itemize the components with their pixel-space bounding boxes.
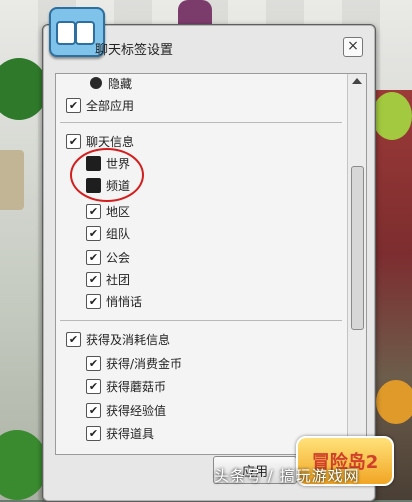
radio-icon[interactable] bbox=[90, 77, 102, 89]
hidden-label: 隐藏 bbox=[108, 76, 133, 91]
checkbox-checked-icon[interactable]: ✔ bbox=[66, 331, 81, 347]
divider bbox=[60, 122, 342, 123]
checkbox-checked-icon[interactable]: ✔ bbox=[86, 225, 101, 241]
chat-item-label: 组队 bbox=[106, 226, 131, 241]
close-button[interactable]: × bbox=[343, 37, 363, 57]
chat-item-region[interactable]: ✔ 地区 bbox=[86, 202, 130, 220]
checkbox-checked-icon[interactable]: ✔ bbox=[86, 249, 101, 265]
chat-group-label: 聊天信息 bbox=[86, 134, 135, 149]
acquire-item-label: 获得/消费金币 bbox=[106, 356, 183, 371]
checkbox-checked-icon[interactable]: ✔ bbox=[86, 402, 101, 418]
tree-decoration bbox=[372, 92, 412, 140]
chat-item-label: 社团 bbox=[106, 272, 131, 287]
chat-item-party[interactable]: ✔ 组队 bbox=[86, 224, 130, 242]
checkbox-checked-icon[interactable]: ✔ bbox=[66, 97, 81, 113]
divider bbox=[60, 320, 342, 321]
building-decoration bbox=[0, 150, 24, 210]
apply-button[interactable]: 应用 bbox=[213, 456, 297, 484]
all-apply-option[interactable]: ✔ 全部应用 bbox=[66, 96, 134, 114]
checkbox-checked-icon[interactable]: ✔ bbox=[86, 425, 101, 441]
settings-panel: 隐藏 ✔ 全部应用 ✔ 聊天信息 世界 频道 ✔ 地区 ✔ 组队 ✔ 公会 ✔ … bbox=[55, 73, 367, 455]
chat-item-whisper[interactable]: ✔ 悄悄话 bbox=[86, 292, 142, 310]
tree-decoration bbox=[376, 380, 412, 424]
checkbox-checked-icon[interactable]: ✔ bbox=[86, 378, 101, 394]
acquire-group-option[interactable]: ✔ 获得及消耗信息 bbox=[66, 330, 170, 348]
dialog-title: 聊天标签设置 bbox=[95, 43, 174, 58]
chat-item-label: 公会 bbox=[106, 250, 131, 265]
checkbox-checked-icon[interactable]: ✔ bbox=[86, 355, 101, 371]
chat-tab-settings-dialog: 聊天标签设置 × 隐藏 ✔ 全部应用 ✔ 聊天信息 世界 频道 ✔ 地区 ✔ 组… bbox=[42, 7, 376, 502]
red-highlight-circle bbox=[70, 148, 144, 202]
acquire-item-gold[interactable]: ✔ 获得/消费金币 bbox=[86, 354, 182, 372]
acquire-item-label: 获得蘑菇币 bbox=[106, 379, 167, 394]
checkbox-checked-icon[interactable]: ✔ bbox=[86, 293, 101, 309]
scrollbar[interactable] bbox=[347, 74, 366, 454]
chat-item-guild[interactable]: ✔ 公会 bbox=[86, 248, 130, 266]
scrollbar-thumb[interactable] bbox=[351, 166, 364, 330]
chat-item-label: 悄悄话 bbox=[106, 294, 143, 309]
acquire-item-item[interactable]: ✔ 获得道具 bbox=[86, 424, 154, 442]
acquire-item-label: 获得经验值 bbox=[106, 403, 167, 418]
chat-item-club[interactable]: ✔ 社团 bbox=[86, 270, 130, 288]
chat-item-label: 地区 bbox=[106, 204, 131, 219]
hidden-option[interactable]: 隐藏 bbox=[90, 74, 132, 92]
acquire-item-exp[interactable]: ✔ 获得经验值 bbox=[86, 401, 166, 419]
checkbox-checked-icon[interactable]: ✔ bbox=[66, 133, 81, 149]
acquire-item-mushroom[interactable]: ✔ 获得蘑菇币 bbox=[86, 377, 166, 395]
scroll-up-icon[interactable] bbox=[351, 76, 363, 86]
all-apply-label: 全部应用 bbox=[86, 98, 135, 113]
checkbox-checked-icon[interactable]: ✔ bbox=[86, 271, 101, 287]
acquire-group-label: 获得及消耗信息 bbox=[86, 332, 171, 347]
acquire-item-label: 获得道具 bbox=[106, 426, 155, 441]
chat-group-option[interactable]: ✔ 聊天信息 bbox=[66, 132, 134, 150]
checkbox-checked-icon[interactable]: ✔ bbox=[86, 203, 101, 219]
